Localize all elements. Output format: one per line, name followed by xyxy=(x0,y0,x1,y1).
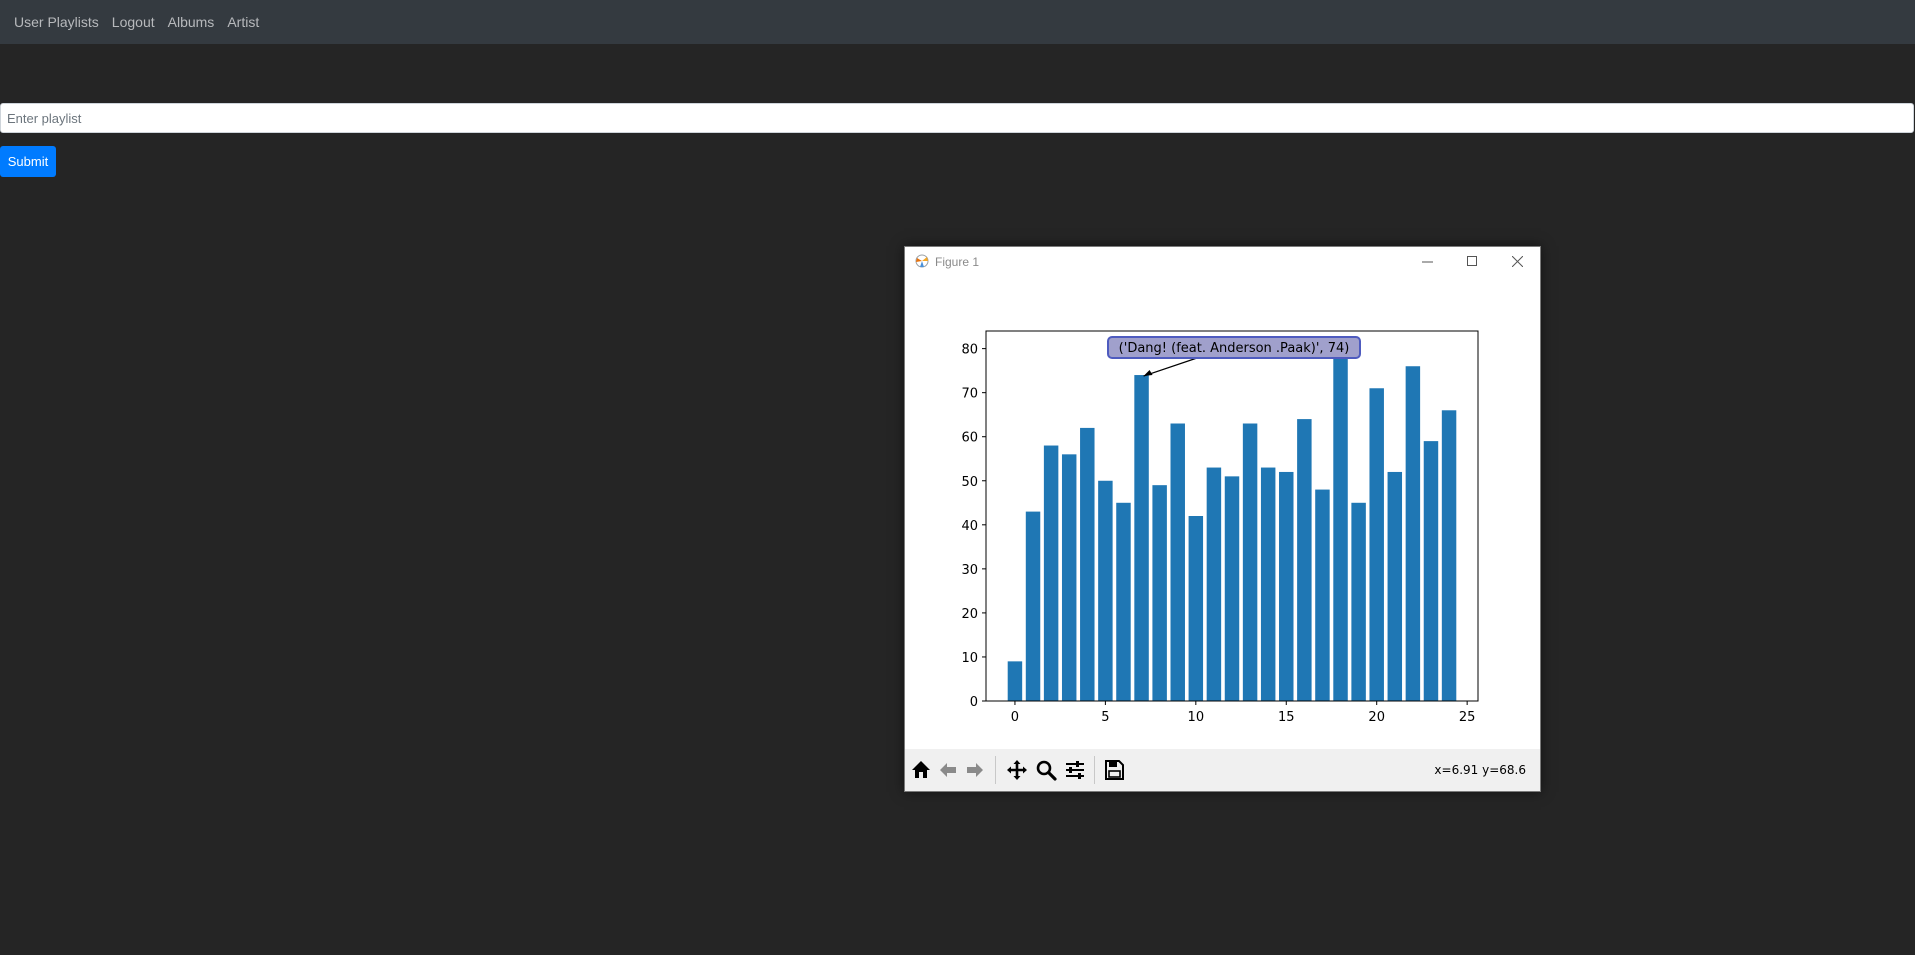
nav-logout[interactable]: Logout xyxy=(112,14,155,30)
plot-area[interactable]: 0 5 10 15 20 25 0 10 20 30 40 50 60 70 80 ('Dang! (feat… xyxy=(905,275,1540,745)
back-button[interactable] xyxy=(936,758,960,782)
x-tick-label: 5 xyxy=(1101,710,1109,725)
bar xyxy=(1170,423,1185,701)
bar xyxy=(1441,410,1457,701)
x-tick-label: 25 xyxy=(1459,710,1476,725)
y-tick-label: 60 xyxy=(961,431,978,446)
bar xyxy=(1098,480,1113,701)
annotation-arrow-head xyxy=(1143,370,1153,377)
minimize-button[interactable] xyxy=(1405,247,1450,275)
bar xyxy=(1025,511,1041,701)
bar-chart: 0 5 10 15 20 25 0 10 20 30 40 50 60 70 80 ('Dang! (feat… xyxy=(961,330,1479,725)
x-tick-label: 10 xyxy=(1188,710,1205,725)
search-icon xyxy=(1036,760,1057,781)
bar xyxy=(1369,388,1384,701)
bar xyxy=(1043,445,1059,701)
bar xyxy=(1116,502,1131,701)
bar xyxy=(1152,485,1167,701)
bar xyxy=(1061,454,1077,701)
y-tick-label: 70 xyxy=(961,387,978,402)
sliders-icon xyxy=(1066,761,1084,779)
y-tick-label: 50 xyxy=(961,475,978,490)
maximize-button[interactable] xyxy=(1450,247,1495,275)
forward-button[interactable] xyxy=(963,758,987,782)
toolbar-separator xyxy=(1094,756,1095,784)
playlist-input[interactable] xyxy=(0,103,1914,133)
top-navbar: User Playlists Logout Albums Artist xyxy=(0,0,1915,44)
bar xyxy=(1188,516,1204,701)
toolbar-separator xyxy=(995,756,996,784)
bar xyxy=(1297,419,1312,701)
y-tick-label: 10 xyxy=(961,651,978,666)
save-button[interactable] xyxy=(1102,758,1126,782)
close-button[interactable] xyxy=(1495,247,1540,275)
floppy-disk-icon xyxy=(1105,760,1124,780)
y-tick-label: 30 xyxy=(961,563,978,578)
y-tick-label: 0 xyxy=(970,695,978,710)
maximize-icon xyxy=(1467,255,1477,266)
figure-toolbar: x=6.91 y=68.6 xyxy=(905,749,1540,791)
nav-artist[interactable]: Artist xyxy=(227,14,259,30)
y-tick-label: 40 xyxy=(961,519,978,534)
bar xyxy=(1242,423,1258,701)
bar xyxy=(1080,427,1095,701)
bar xyxy=(1405,366,1421,701)
arrow-right-icon xyxy=(967,763,983,777)
annotation-arrow-line xyxy=(1143,357,1198,377)
coordinates-readout: x=6.91 y=68.6 xyxy=(1434,763,1526,777)
bar xyxy=(1260,467,1276,701)
x-tick-label: 0 xyxy=(1011,710,1019,725)
figure-titlebar[interactable]: Figure 1 xyxy=(905,247,1540,275)
home-button[interactable] xyxy=(909,758,933,782)
move-icon xyxy=(1007,760,1027,780)
configure-subplots-button[interactable] xyxy=(1063,758,1087,782)
matplotlib-logo-icon xyxy=(915,254,929,268)
bar xyxy=(1134,375,1149,701)
pan-button[interactable] xyxy=(1005,758,1029,782)
minimize-icon xyxy=(1422,261,1433,262)
y-tick-label: 80 xyxy=(961,343,978,358)
zoom-button[interactable] xyxy=(1034,758,1058,782)
bar xyxy=(1279,471,1294,701)
figure-window: Figure 1 0 5 10 15 20 25 0 10 20 30 40 50 60 70 80 ('Da… xyxy=(904,246,1541,792)
home-icon xyxy=(912,761,930,778)
bar xyxy=(1351,502,1366,701)
annotation-text: ('Dang! (feat. Anderson .Paak)', 74) xyxy=(1119,341,1350,356)
bar xyxy=(1423,441,1439,701)
bar xyxy=(1333,348,1348,701)
close-icon xyxy=(1512,255,1523,267)
x-tick-label: 15 xyxy=(1278,710,1295,725)
bar xyxy=(1315,489,1330,701)
submit-button[interactable]: Submit xyxy=(0,146,56,177)
arrow-left-icon xyxy=(940,763,956,777)
bar xyxy=(1224,476,1240,701)
x-tick-label: 20 xyxy=(1368,710,1385,725)
figure-title: Figure 1 xyxy=(935,255,980,269)
y-tick-label: 20 xyxy=(961,607,978,622)
bar xyxy=(1007,661,1023,701)
nav-user-playlists[interactable]: User Playlists xyxy=(14,14,99,30)
nav-albums[interactable]: Albums xyxy=(168,14,215,30)
bar xyxy=(1387,471,1403,701)
bar xyxy=(1206,467,1222,701)
